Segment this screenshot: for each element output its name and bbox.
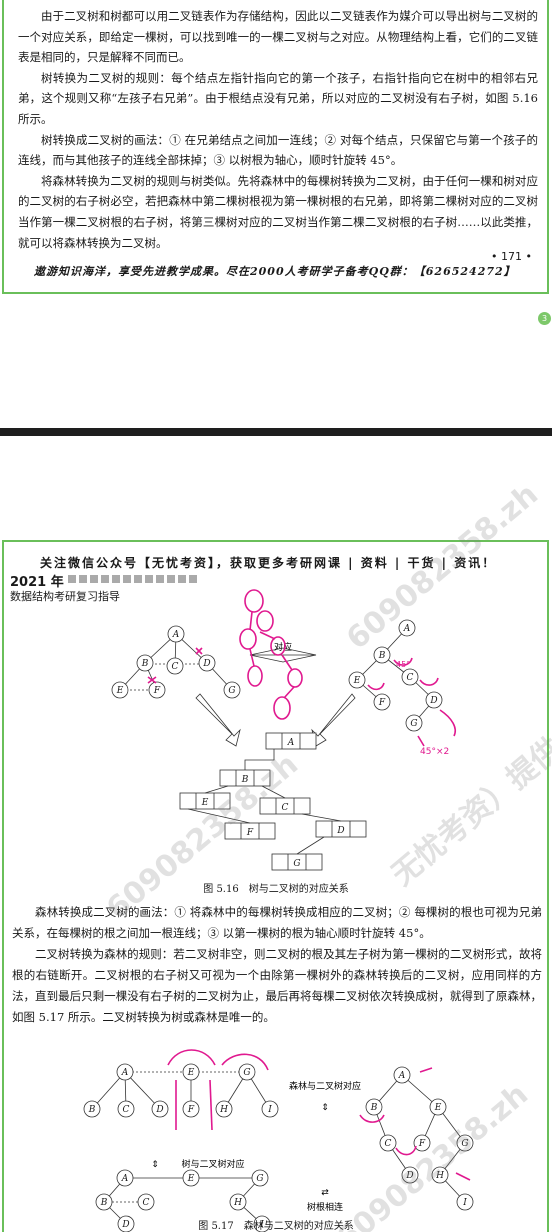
node-label: A	[398, 1071, 406, 1081]
node-label: A	[121, 1068, 129, 1078]
node-label: E	[434, 1103, 442, 1113]
exchange-arrows-icon: ⇕	[321, 1103, 329, 1113]
page-divider	[0, 428, 552, 436]
node-label: F	[187, 1105, 195, 1115]
node-label: G	[256, 1174, 263, 1184]
page-top: 由于二叉树和树都可以用二叉链表作为存储结构，因此以二叉链表作为媒介可以导出树与二…	[0, 0, 552, 322]
page-top-body: 由于二叉树和树都可以用二叉链表作为存储结构，因此以二叉链表作为媒介可以导出树与二…	[18, 6, 538, 253]
node-label: B	[370, 1103, 378, 1113]
root-link-label: 树根相连	[307, 1201, 343, 1213]
root-link-arrows-icon: ⇄	[321, 1188, 329, 1198]
node-label: C	[143, 1198, 150, 1208]
node-label: A	[121, 1174, 129, 1184]
node-label: H	[233, 1198, 242, 1208]
page-number: • 171 •	[491, 250, 532, 263]
page-footer: 遨游知识海洋，享受先进教学成果。尽在2000人考研学子备考QQ群：【626524…	[34, 265, 516, 278]
paragraph-tree-to-binary-drawing: 树转换成二叉树的画法：① 在兄弟结点之间加一连线；② 对每个结点，只保留它与第一…	[18, 132, 538, 168]
node-label: F	[418, 1139, 426, 1149]
node-label: H	[219, 1105, 228, 1115]
node-label: I	[462, 1198, 467, 1208]
paragraph-tree-to-binary-rule: 树转换为二叉树的规则：每个结点左指针指向它的第一个孩子，右指针指向它在树中的相邻…	[18, 70, 538, 126]
node-label: E	[187, 1174, 195, 1184]
forest-binary-label: 森林与二叉树对应	[289, 1080, 361, 1092]
node-label: C	[385, 1139, 392, 1149]
node-label: B	[88, 1105, 96, 1115]
node-label: C	[123, 1105, 130, 1115]
page-bottom: 关注微信公众号【无忧考资】，获取更多考研网课 | 资料 | 干货 | 资讯！ 2…	[0, 477, 552, 1232]
node-label: E	[187, 1068, 195, 1078]
node-label: B	[100, 1198, 108, 1208]
tree-binary-label: 树与二叉树对应	[181, 1158, 244, 1170]
figure-5-17-caption: 图 5.17 森林与二叉树的对应关系	[198, 1221, 354, 1232]
paragraph-tree-binary-intro: 由于二叉树和树都可以用二叉链表作为存储结构，因此以二叉链表作为媒介可以导出树与二…	[18, 9, 538, 65]
node-label: I	[267, 1105, 272, 1115]
paragraph-forest-to-binary-rule: 将森林转换为二叉树的规则与树类似。先将森林中的每棵树转换为二叉树，由于任何一棵和…	[18, 173, 538, 250]
page-badge: 3	[538, 312, 551, 325]
node-label: D	[155, 1105, 163, 1115]
vertical-arrows-icon: ⇕	[151, 1160, 159, 1170]
node-label: G	[243, 1068, 250, 1078]
